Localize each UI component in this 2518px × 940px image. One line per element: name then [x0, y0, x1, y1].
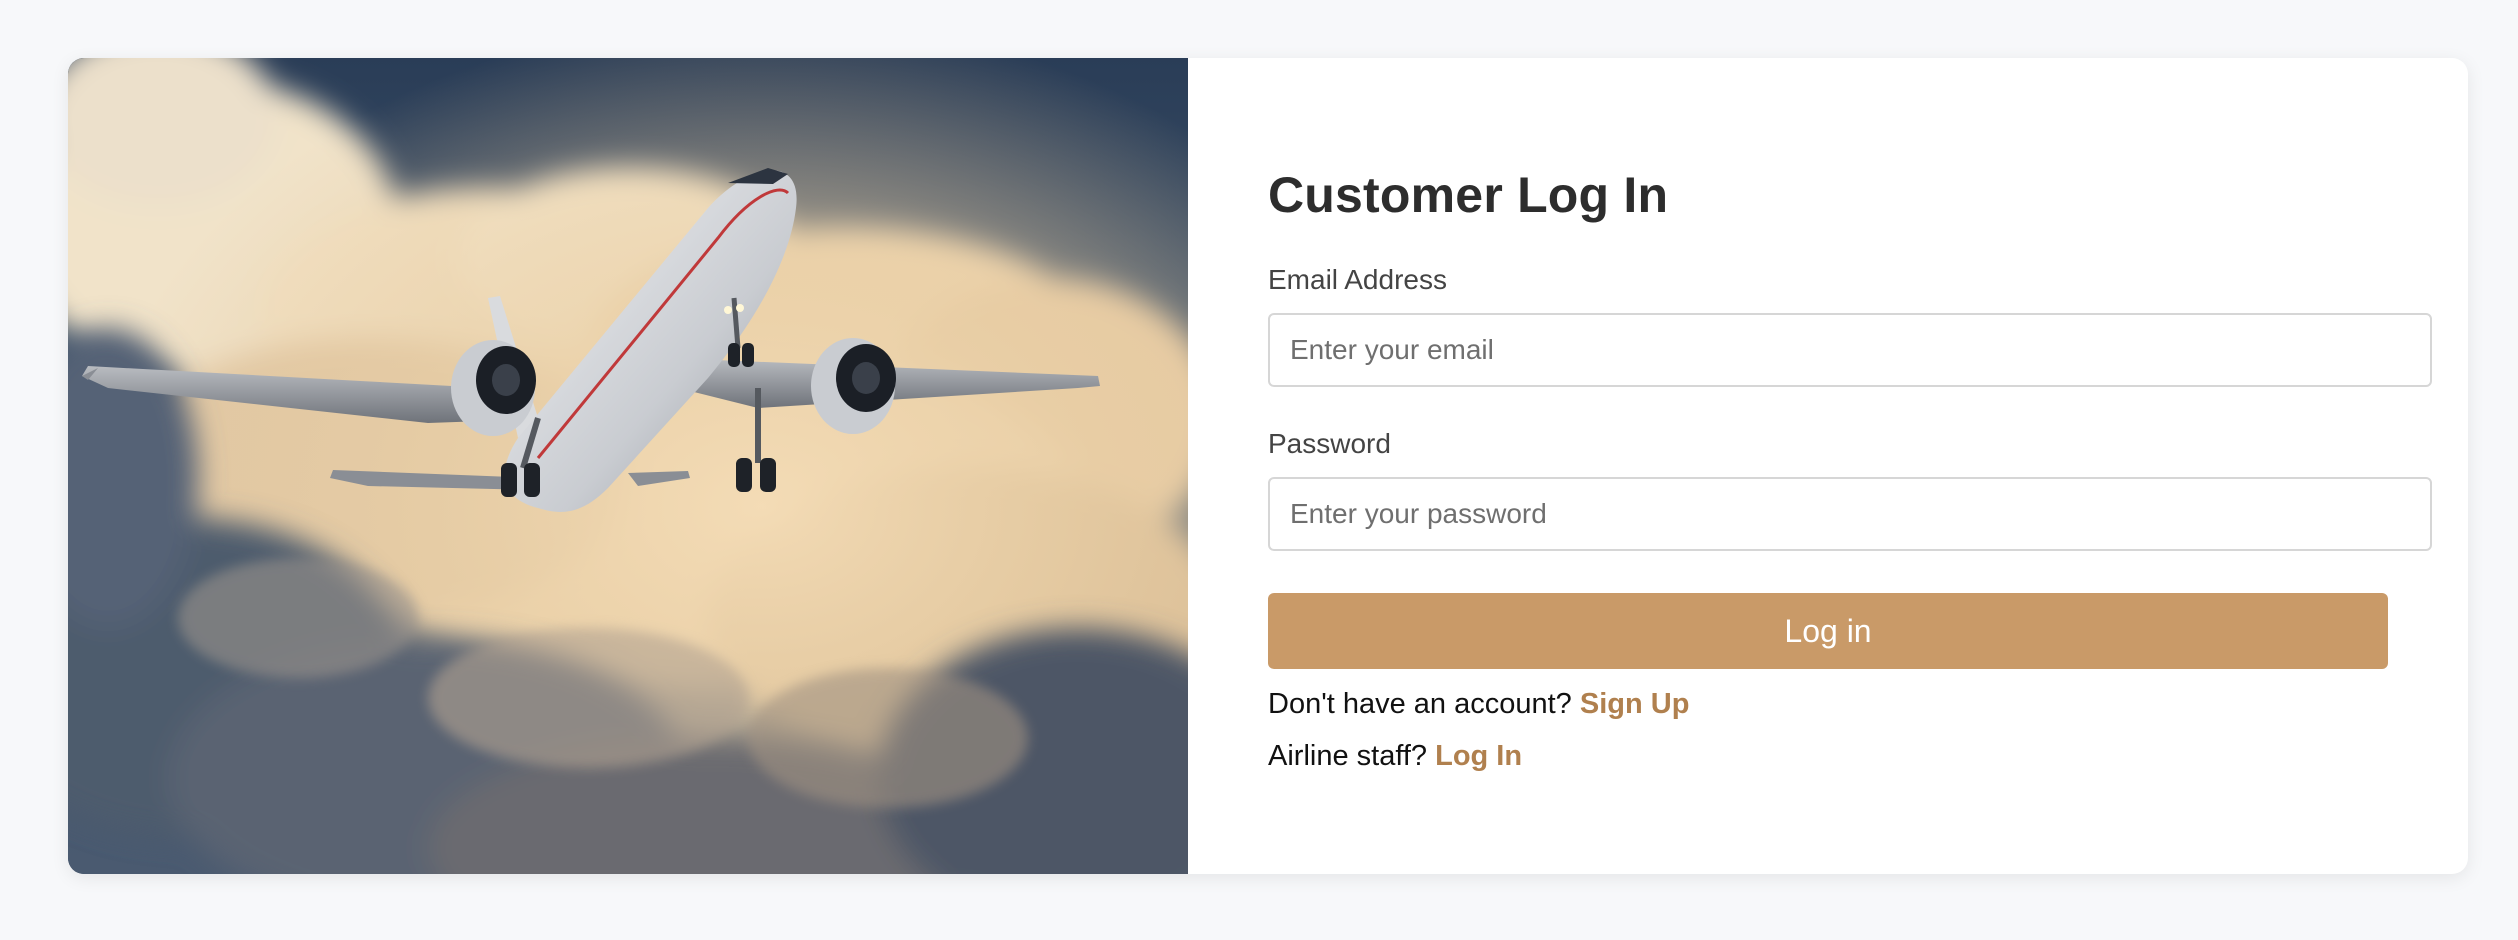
staff-login-link[interactable]: Log In: [1435, 740, 1522, 772]
login-form-panel: Customer Log In Email Address Password L…: [1188, 58, 2468, 874]
email-input[interactable]: [1268, 313, 2432, 387]
password-label: Password: [1268, 428, 1391, 459]
email-label: Email Address: [1268, 264, 1447, 295]
login-button[interactable]: Log in: [1268, 593, 2388, 669]
staff-prompt-line: Airline staff? Log In: [1268, 740, 1522, 773]
staff-prompt-text: Airline staff?: [1268, 740, 1428, 772]
password-input[interactable]: [1268, 477, 2432, 551]
login-card: Customer Log In Email Address Password L…: [68, 58, 2468, 874]
signup-prompt-text: Don't have an account?: [1268, 688, 1572, 720]
page-title: Customer Log In: [1268, 167, 1669, 223]
signup-link[interactable]: Sign Up: [1580, 688, 1690, 720]
signup-prompt-line: Don't have an account? Sign Up: [1268, 688, 1689, 721]
hero-airplane-image: [68, 58, 1188, 874]
